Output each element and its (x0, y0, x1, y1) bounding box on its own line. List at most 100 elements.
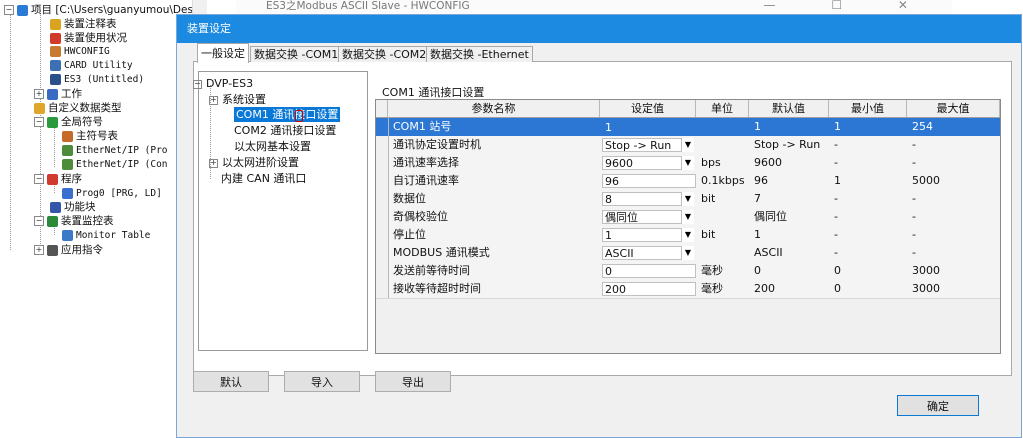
project-tree-item[interactable]: + 工作 (34, 87, 82, 101)
grid-row[interactable]: MODBUS 通讯模式 ASCII ▼ ASCII - - (376, 244, 1000, 263)
collapse-icon[interactable]: − (4, 5, 14, 15)
default-cell: 1 (754, 120, 761, 133)
project-tree-item[interactable]: 装置注释表 (50, 17, 117, 31)
grid-row[interactable]: 发送前等待时间 0 毫秒 0 0 3000 (376, 262, 1000, 281)
tab-com2[interactable]: 数据交换 -COM2 (338, 46, 431, 62)
window-controls[interactable]: — ☐ ✕ (764, 0, 934, 12)
default-cell: ASCII (754, 246, 783, 259)
project-tree-item[interactable]: CARD Utility (50, 58, 133, 72)
chevron-down-icon[interactable]: ▼ (682, 228, 694, 242)
unit-cell (698, 136, 750, 154)
project-tree-item[interactable]: 装置使用状况 (50, 31, 127, 45)
row-header[interactable] (376, 262, 389, 280)
unit-cell: bit (701, 192, 716, 205)
nav-item[interactable]: + 系统设置 (209, 92, 266, 107)
row-header[interactable] (376, 208, 389, 226)
collapse-icon[interactable]: − (34, 216, 44, 226)
project-tree-label: Prog0 [PRG, LD] (76, 188, 162, 199)
program-icon (47, 173, 58, 185)
hwconfig-icon (50, 45, 61, 57)
project-tree-item[interactable]: EtherNet/IP (Pro (62, 143, 168, 157)
monitor-table-icon (62, 229, 73, 241)
row-header[interactable] (376, 190, 389, 208)
project-tree-item[interactable]: − 装置监控表 (34, 214, 114, 228)
ethernet-icon (62, 158, 73, 170)
row-header[interactable] (376, 244, 389, 262)
project-tree-item[interactable]: − 程序 (34, 172, 82, 186)
grid-row[interactable]: 通讯协定设置时机 Stop -> Run ▼ Stop -> Run - - (376, 136, 1000, 155)
import-button[interactable]: 导入 (284, 371, 360, 392)
setting-dropdown[interactable]: 8 (602, 192, 682, 206)
row-header[interactable] (376, 280, 389, 298)
chevron-down-icon[interactable]: ▼ (682, 246, 694, 260)
expand-icon[interactable]: + (34, 89, 44, 99)
tab-com1[interactable]: 数据交换 -COM1 (250, 46, 343, 62)
project-tree-item[interactable]: + 应用指令 (34, 243, 103, 257)
grid-row[interactable]: 停止位 1 ▼ bit 1- - (376, 226, 1000, 245)
nav-item[interactable]: 内建 CAN 通讯口 (221, 171, 306, 186)
grid-row[interactable]: 奇偶校验位 偶同位 ▼ 偶同位 - - (376, 208, 1000, 227)
header-param-name[interactable]: 参数名称 (388, 100, 600, 117)
row-header[interactable] (376, 154, 389, 172)
collapse-icon[interactable]: − (193, 79, 202, 89)
header-max[interactable]: 最大值 (907, 100, 1000, 117)
header-unit[interactable]: 单位 (696, 100, 749, 117)
setting-dropdown[interactable]: ASCII (602, 246, 682, 260)
project-tree-label: EtherNet/IP (Con (76, 159, 168, 170)
expand-icon[interactable]: + (34, 245, 44, 255)
setting-input[interactable]: 1 (602, 120, 696, 134)
nav-item[interactable]: + 以太网进阶设置 (209, 155, 299, 170)
grid-row[interactable]: 通讯速率选择 9600 ▼ bps 9600- - (376, 154, 1000, 173)
grid-row[interactable]: COM1 站号 1 1 1 254 (376, 118, 1000, 137)
project-tree-item[interactable]: − 全局符号 (34, 115, 103, 129)
project-tree-label: CARD Utility (64, 60, 133, 71)
grid-row[interactable]: 自订通讯速率 96 0.1kbps 96 1 5000 (376, 172, 1000, 191)
row-header[interactable] (376, 136, 389, 154)
setting-dropdown[interactable]: 9600 (602, 156, 682, 170)
export-button[interactable]: 导出 (375, 371, 451, 392)
chevron-down-icon[interactable]: ▼ (682, 192, 694, 206)
chevron-down-icon[interactable]: ▼ (682, 138, 694, 152)
nav-item[interactable]: COM1 通讯接口设置 (234, 107, 341, 122)
row-header[interactable] (376, 118, 389, 136)
grid-row[interactable]: 数据位 8 ▼ bit 7 - - (376, 190, 1000, 209)
project-tree-item[interactable]: Monitor Table (62, 228, 150, 242)
project-tree-item[interactable]: 功能块 (50, 200, 96, 214)
default-cell: 1 (754, 228, 761, 241)
tab-general[interactable]: 一般设定 (197, 43, 249, 63)
header-default[interactable]: 默认值 (749, 100, 829, 117)
setting-input[interactable]: 200 (602, 282, 696, 296)
chevron-down-icon[interactable]: ▼ (682, 210, 694, 224)
setting-dropdown[interactable]: Stop -> Run (602, 138, 682, 152)
min-cell: - (834, 138, 838, 151)
row-header[interactable] (376, 172, 389, 190)
grid-row[interactable]: 接收等待超时时间 200 毫秒 200 0 3000 (376, 280, 1000, 299)
setting-dropdown[interactable]: 1 (602, 228, 682, 242)
nav-item[interactable]: − DVP-ES3 (193, 76, 253, 91)
project-tree-item[interactable]: ES3 (Untitled) (50, 72, 144, 86)
row-header[interactable] (376, 226, 389, 244)
prog-icon (62, 187, 73, 199)
header-min[interactable]: 最小值 (829, 100, 907, 117)
project-tree-item[interactable]: Prog0 [PRG, LD] (62, 186, 162, 200)
project-tree-item[interactable]: HWCONFIG (50, 44, 110, 58)
chevron-down-icon[interactable]: ▼ (682, 156, 694, 170)
setting-input[interactable]: 96 (602, 174, 696, 188)
setting-input[interactable]: 0 (602, 264, 696, 278)
expand-icon[interactable]: + (209, 95, 218, 105)
max-cell: - (912, 192, 916, 205)
expand-icon[interactable]: + (209, 158, 218, 168)
project-tree-item[interactable]: − 项目 [C:\Users\guanyumou\Deskt (4, 3, 192, 17)
nav-item[interactable]: 以太网基本设置 (234, 139, 311, 154)
header-setting[interactable]: 设定值 (600, 100, 696, 117)
collapse-icon[interactable]: − (34, 174, 44, 184)
ok-button[interactable]: 确定 (897, 395, 979, 416)
project-tree-item[interactable]: 自定义数据类型 (34, 101, 122, 115)
nav-item[interactable]: COM2 通讯接口设置 (234, 123, 336, 138)
project-tree-item[interactable]: EtherNet/IP (Con (62, 157, 168, 171)
setting-dropdown[interactable]: 偶同位 (602, 210, 682, 224)
default-button[interactable]: 默认 (193, 371, 269, 392)
collapse-icon[interactable]: − (34, 117, 44, 127)
project-tree-item[interactable]: 主符号表 (62, 129, 118, 143)
tab-ethernet[interactable]: 数据交换 -Ethernet (426, 46, 533, 62)
